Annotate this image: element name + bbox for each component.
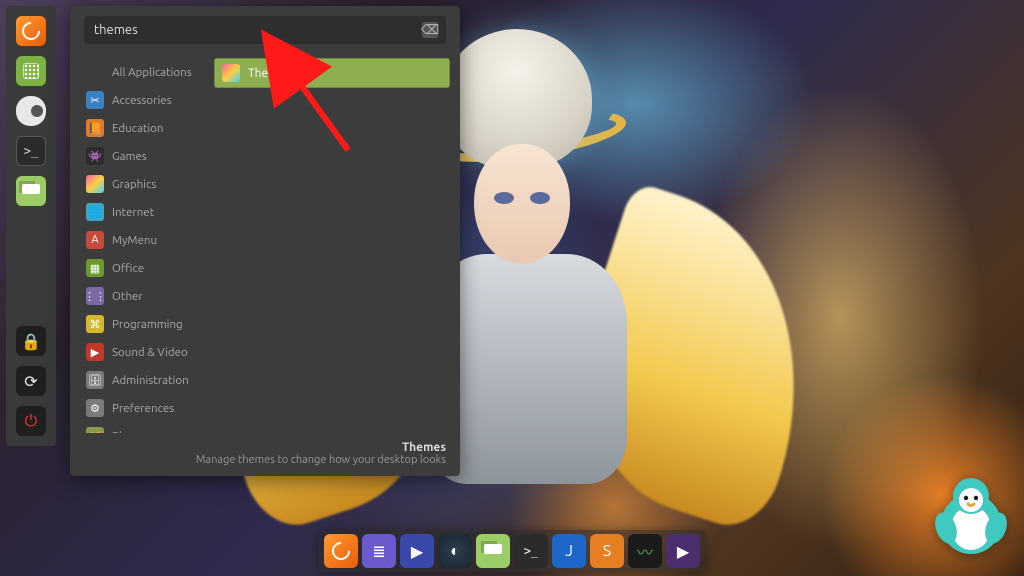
dock-sublime-icon[interactable]: S — [590, 534, 624, 568]
application-menu: ⌫ All Applications ✂ Accessories 📙 Educati… — [70, 6, 460, 476]
category-label: Education — [112, 122, 163, 135]
menu-footer: Themes Manage themes to change how your … — [70, 433, 460, 476]
book-icon: 📙 — [86, 119, 104, 137]
category-label: Graphics — [112, 178, 156, 191]
side-panel: 🔒 ⟳ ⏻ — [6, 6, 56, 446]
dock-terminal-icon[interactable]: >_ — [514, 534, 548, 568]
games-icon: 👾 — [86, 147, 104, 165]
result-themes[interactable]: Themes — [214, 58, 450, 88]
category-label: Sound & Video — [112, 346, 188, 359]
category-label: All Applications — [112, 66, 192, 79]
results-list: Themes — [210, 54, 460, 433]
gear-icon: ⚙ — [86, 399, 104, 417]
lock-icon[interactable]: 🔒 — [16, 326, 46, 356]
category-places[interactable]: 📁Places — [80, 422, 210, 433]
category-label: MyMenu — [112, 234, 157, 247]
footer-title: Themes — [84, 441, 446, 454]
category-label: Programming — [112, 318, 183, 331]
other-icon: ⋮⋮ — [86, 287, 104, 305]
apps-grid-icon[interactable] — [16, 56, 46, 86]
dock-text-editor-icon[interactable]: ≣ — [362, 534, 396, 568]
penguin-mascot-icon — [932, 476, 1010, 562]
category-education[interactable]: 📙 Education — [80, 114, 210, 142]
category-mymenu[interactable]: A MyMenu — [80, 226, 210, 254]
dock-joplin-icon[interactable]: J — [552, 534, 586, 568]
scissors-icon: ✂ — [86, 91, 104, 109]
category-list: All Applications ✂ Accessories 📙 Education… — [70, 54, 210, 433]
dock-media-player-icon[interactable]: ▶ — [400, 534, 434, 568]
result-label: Themes — [248, 67, 290, 80]
category-graphics[interactable]: Graphics — [80, 170, 210, 198]
search-input[interactable] — [84, 16, 446, 44]
dock: ≣▶◐>_JS〰▶ — [318, 530, 706, 572]
themes-icon — [222, 64, 240, 82]
graphics-icon — [86, 175, 104, 193]
toggle-icon[interactable] — [16, 96, 46, 126]
category-internet[interactable]: 🌐 Internet — [80, 198, 210, 226]
mymenu-icon: A — [86, 231, 104, 249]
restart-icon[interactable]: ⟳ — [16, 366, 46, 396]
category-all-applications[interactable]: All Applications — [80, 58, 210, 86]
category-label: Internet — [112, 206, 154, 219]
category-label: Office — [112, 262, 144, 275]
category-preferences[interactable]: ⚙ Preferences — [80, 394, 210, 422]
programming-icon: ⌘ — [86, 315, 104, 333]
power-icon[interactable]: ⏻ — [16, 406, 46, 436]
clear-search-icon[interactable]: ⌫ — [422, 22, 438, 38]
dock-system-monitor-icon[interactable]: 〰 — [628, 534, 662, 568]
category-label: Other — [112, 290, 143, 303]
admin-icon: 🗄 — [86, 371, 104, 389]
office-icon: ▦ — [86, 259, 104, 277]
category-label: Preferences — [112, 402, 174, 415]
category-other[interactable]: ⋮⋮ Other — [80, 282, 210, 310]
category-label: Administration — [112, 374, 189, 387]
dock-firefox-icon[interactable] — [324, 534, 358, 568]
category-label: Accessories — [112, 94, 172, 107]
category-sound-video[interactable]: ▶ Sound & Video — [80, 338, 210, 366]
category-label: Games — [112, 150, 147, 163]
category-accessories[interactable]: ✂ Accessories — [80, 86, 210, 114]
play-icon: ▶ — [86, 343, 104, 361]
footer-description: Manage themes to change how your desktop… — [84, 454, 446, 466]
terminal-icon[interactable] — [16, 136, 46, 166]
category-administration[interactable]: 🗄 Administration — [80, 366, 210, 394]
category-office[interactable]: ▦ Office — [80, 254, 210, 282]
globe-icon: 🌐 — [86, 203, 104, 221]
files-icon[interactable] — [16, 176, 46, 206]
category-programming[interactable]: ⌘ Programming — [80, 310, 210, 338]
category-games[interactable]: 👾 Games — [80, 142, 210, 170]
dock-files-icon[interactable] — [476, 534, 510, 568]
dock-dashboard-icon[interactable]: ◐ — [438, 534, 472, 568]
firefox-icon[interactable] — [16, 16, 46, 46]
dock-player2-icon[interactable]: ▶ — [666, 534, 700, 568]
